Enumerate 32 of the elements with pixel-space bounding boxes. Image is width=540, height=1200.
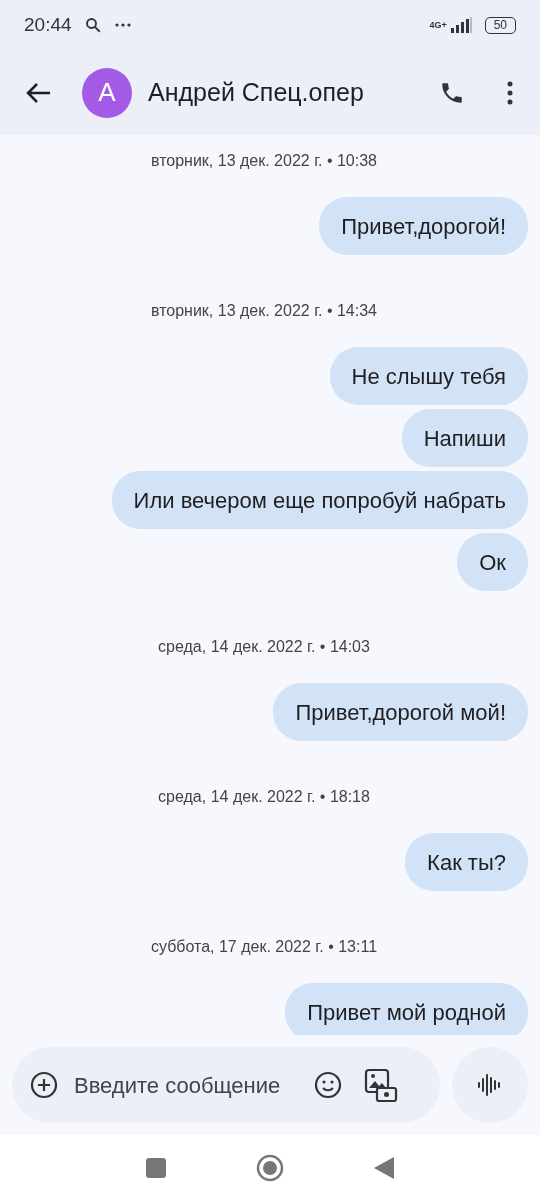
add-icon[interactable] xyxy=(30,1071,58,1099)
gallery-camera-icon[interactable] xyxy=(364,1068,398,1102)
date-separator: среда, 14 дек. 2022 г. • 14:03 xyxy=(158,637,370,657)
message-bubble[interactable]: Привет,дорогой! xyxy=(319,197,528,255)
message-field[interactable]: Введите сообщение xyxy=(74,1068,306,1102)
battery-level: 50 xyxy=(484,16,516,34)
emoji-icon[interactable] xyxy=(314,1071,342,1099)
back-arrow-icon xyxy=(26,81,52,104)
search-icon xyxy=(83,16,102,34)
date-separator: вторник, 13 дек. 2022 г. • 10:38 xyxy=(151,151,377,171)
back-nav-icon[interactable] xyxy=(374,1156,394,1179)
message-bubble[interactable]: Привет мой родной xyxy=(285,983,528,1035)
message-bubble[interactable]: Привет,дорогой мой! xyxy=(273,683,528,741)
network-type: 4G+ xyxy=(429,20,447,30)
message-input[interactable]: Введите сообщение xyxy=(12,1047,440,1123)
date-separator: вторник, 13 дек. 2022 г. • 14:34 xyxy=(151,301,377,321)
signal-icon xyxy=(450,17,473,33)
message-bubble[interactable]: Не слышу тебя xyxy=(329,347,528,405)
contact-name: Андрей Спец.опер xyxy=(148,76,364,108)
more-vert-icon xyxy=(507,80,513,105)
recents-icon[interactable] xyxy=(146,1157,166,1178)
date-separator: суббота, 17 дек. 2022 г. • 13:11 xyxy=(150,937,378,957)
message-bubble[interactable]: Или вечером еще попробуй набрать xyxy=(111,471,528,529)
date-separator: среда, 14 дек. 2022 г. • 18:18 xyxy=(158,787,370,807)
home-icon[interactable] xyxy=(256,1153,284,1182)
contact-avatar[interactable]: A xyxy=(82,67,132,118)
waveform-icon xyxy=(477,1072,503,1098)
more-icon xyxy=(113,22,132,28)
status-time: 20:44 xyxy=(24,12,72,37)
message-bubble[interactable]: Напиши xyxy=(401,409,528,467)
message-bubble[interactable]: Как ты? xyxy=(405,833,528,891)
message-bubble[interactable]: Ок xyxy=(457,533,528,591)
